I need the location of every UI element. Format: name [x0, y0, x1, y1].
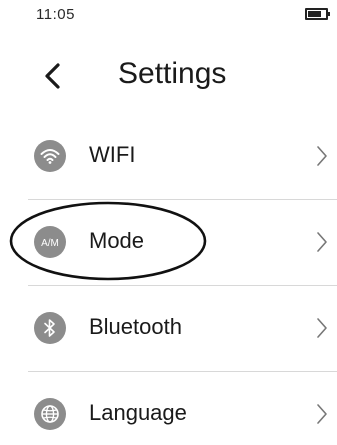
status-time: 11:05 [36, 6, 75, 23]
chevron-right-icon [317, 404, 327, 424]
menu-item-label: Mode [89, 228, 145, 253]
back-chevron-icon[interactable] [42, 62, 64, 90]
battery-icon [305, 8, 330, 20]
menu-item-mode[interactable]: A/M Mode [0, 200, 337, 286]
chevron-right-icon [317, 146, 327, 166]
settings-menu-list: WIFI A/M Mode Bluetooth Language [0, 114, 337, 445]
wifi-icon [34, 140, 66, 172]
status-bar: 11:05 [0, 0, 337, 34]
chevron-right-icon [317, 232, 327, 252]
bluetooth-icon [34, 312, 66, 344]
settings-screen: 11:05 Settings WIFI A/M Mode Bluetooth L… [0, 0, 337, 445]
menu-item-label: WIFI [89, 142, 136, 167]
am-mode-icon: A/M [34, 226, 66, 258]
am-mode-icon-text: A/M [41, 238, 59, 249]
battery-tip [328, 12, 330, 16]
menu-item-language[interactable]: Language [0, 372, 337, 445]
menu-item-label: Language [89, 400, 187, 425]
menu-item-wifi[interactable]: WIFI [0, 114, 337, 200]
menu-item-bluetooth[interactable]: Bluetooth [0, 286, 337, 372]
page-title: Settings [118, 57, 227, 90]
header: Settings [0, 48, 337, 104]
battery-fill [308, 11, 321, 17]
globe-icon [34, 398, 66, 430]
menu-item-label: Bluetooth [89, 314, 182, 339]
chevron-right-icon [317, 318, 327, 338]
